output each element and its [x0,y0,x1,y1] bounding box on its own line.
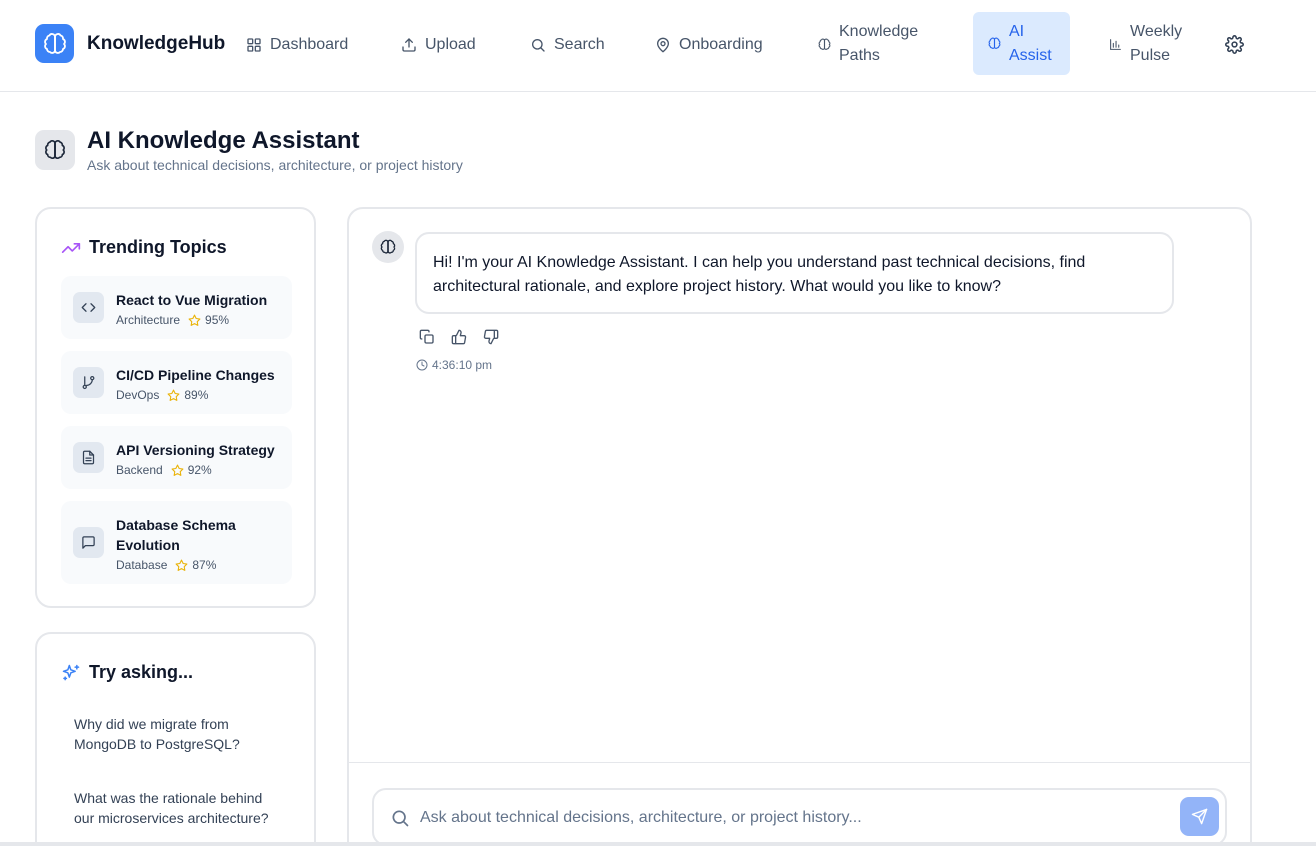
thumbs-down-icon[interactable] [481,327,501,347]
nav-label: Dashboard [270,36,349,53]
topic-category: DevOps [116,388,160,402]
topic-name: React to Vue Migration [116,292,268,308]
topic-item[interactable]: CI/CD Pipeline Changes DevOps 89% [61,351,292,414]
nav-label-line2: Assist [1009,46,1052,64]
copy-icon[interactable] [417,327,437,347]
topic-score: 87% [192,558,217,572]
brain-icon [818,38,831,51]
nav-onboarding[interactable]: Onboarding [655,34,763,56]
star-icon [188,314,201,327]
timestamp-text: 4:36:10 pm [432,358,493,372]
card-title: Try asking... [89,662,194,682]
assistant-message-bubble: Hi! I'm your AI Knowledge Assistant. I c… [415,232,1174,314]
topic-meta: Backend 92% [116,463,212,477]
gear-icon[interactable] [1222,32,1246,56]
topic-score: 89% [184,388,209,402]
input-divider [348,762,1251,763]
upload-icon [401,37,417,53]
search-icon [390,808,410,828]
send-button[interactable] [1180,797,1219,836]
suggested-question[interactable]: Why did we migrate from MongoDB to Postg… [74,714,284,754]
nav-label: AI Assist [1009,20,1052,68]
map-pin-icon [655,37,671,53]
topic-item[interactable]: Database Schema Evolution Database 87% [61,501,292,584]
topic-name: API Versioning Strategy [116,442,275,458]
sparkles-icon [61,663,81,683]
chat-input-container [372,788,1227,846]
topic-name: CI/CD Pipeline Changes [116,367,275,383]
brain-icon [988,37,1001,50]
message-timestamp: 4:36:10 pm [416,358,492,372]
topic-meta: DevOps 89% [116,388,208,402]
page-subtitle: Ask about technical decisions, architect… [87,157,463,173]
topic-meta: Architecture 95% [116,313,229,327]
nav-label-line1: AI [1009,22,1025,40]
git-branch-icon [73,367,104,398]
topic-item[interactable]: React to Vue Migration Architecture 95% [61,276,292,339]
try-asking-card: Try asking... Why did we migrate from Mo… [35,632,316,846]
grid-icon [246,37,262,53]
thumbs-up-icon[interactable] [449,327,469,347]
page-title: AI Knowledge Assistant [87,127,360,154]
card-title: Trending Topics [89,237,227,257]
topic-score: 95% [205,313,230,327]
nav-label: Search [554,36,605,53]
nav-label: Weekly Pulse [1130,20,1182,68]
nav-label: Onboarding [679,36,763,53]
clock-icon [416,359,428,371]
topic-category: Database [116,558,168,572]
bottom-border [0,842,1316,846]
trending-topics-heading: Trending Topics [61,237,227,258]
assistant-avatar [372,231,404,263]
nav-label: Knowledge Paths [839,20,918,68]
nav-search[interactable]: Search [530,34,605,56]
nav-label-line2: Paths [839,47,880,64]
topic-item[interactable]: API Versioning Strategy Backend 92% [61,426,292,489]
topic-score: 92% [187,463,212,477]
nav-label-line2: Pulse [1130,47,1171,64]
topic-category: Backend [116,463,163,477]
topic-category: Architecture [116,313,181,327]
nav-label: Upload [425,36,476,53]
nav-dashboard[interactable]: Dashboard [246,34,348,56]
star-icon [167,389,180,402]
search-icon [530,37,546,53]
topic-meta: Database 87% [116,558,216,572]
file-text-icon [73,442,104,473]
topic-name: Database Schema Evolution [116,517,236,553]
try-asking-heading: Try asking... [61,662,193,683]
bar-chart-icon [1109,38,1122,51]
app-name[interactable]: KnowledgeHub [87,33,225,55]
star-icon [175,559,188,572]
nav-knowledge-paths[interactable]: Knowledge Paths [818,20,918,68]
brain-icon [35,130,75,170]
star-icon [171,464,184,477]
nav-ai-assist[interactable]: AI Assist [973,12,1070,75]
trending-up-icon [61,238,81,258]
trending-topics-card: Trending Topics React to Vue Migration A… [35,207,316,608]
nav-upload[interactable]: Upload [401,34,476,56]
nav-weekly-pulse[interactable]: Weekly Pulse [1109,20,1182,68]
brain-logo-icon[interactable] [35,24,74,63]
suggested-question[interactable]: What was the rationale behind our micros… [74,788,284,828]
chat-input[interactable] [420,804,1170,832]
code-icon [73,292,104,323]
send-icon [1191,808,1208,825]
nav-label-line1: Knowledge [839,23,919,40]
top-navigation-bar: KnowledgeHub Dashboard Upload Search Onb… [0,0,1316,92]
message-square-icon [73,527,104,558]
nav-label-line1: Weekly [1130,23,1183,40]
